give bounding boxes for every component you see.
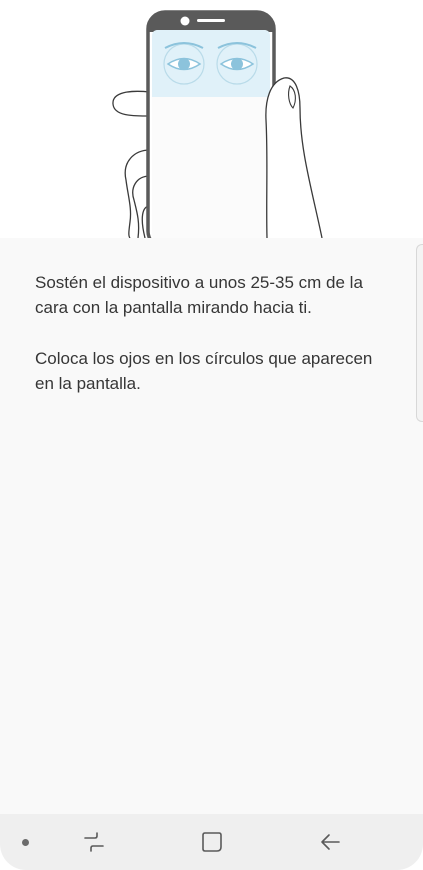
instruction-distance-text: Sostén el dispositivo a unos 25-35 cm de… xyxy=(35,273,363,317)
iris-scan-illustration xyxy=(0,0,423,238)
instruction-eyes-text: Coloca los ojos en los círculos que apar… xyxy=(35,349,373,393)
home-icon xyxy=(202,832,222,852)
home-button[interactable] xyxy=(190,814,234,870)
back-button[interactable] xyxy=(308,814,352,870)
phone-in-hand-icon xyxy=(112,10,323,238)
navigation-bar xyxy=(0,814,423,870)
recent-apps-icon xyxy=(84,832,104,852)
dot-indicator-icon[interactable] xyxy=(22,839,29,846)
back-arrow-icon xyxy=(321,834,340,850)
instructions-panel: Sostén el dispositivo a unos 25-35 cm de… xyxy=(0,238,423,814)
side-handle[interactable] xyxy=(416,244,423,422)
recent-apps-button[interactable] xyxy=(72,814,116,870)
